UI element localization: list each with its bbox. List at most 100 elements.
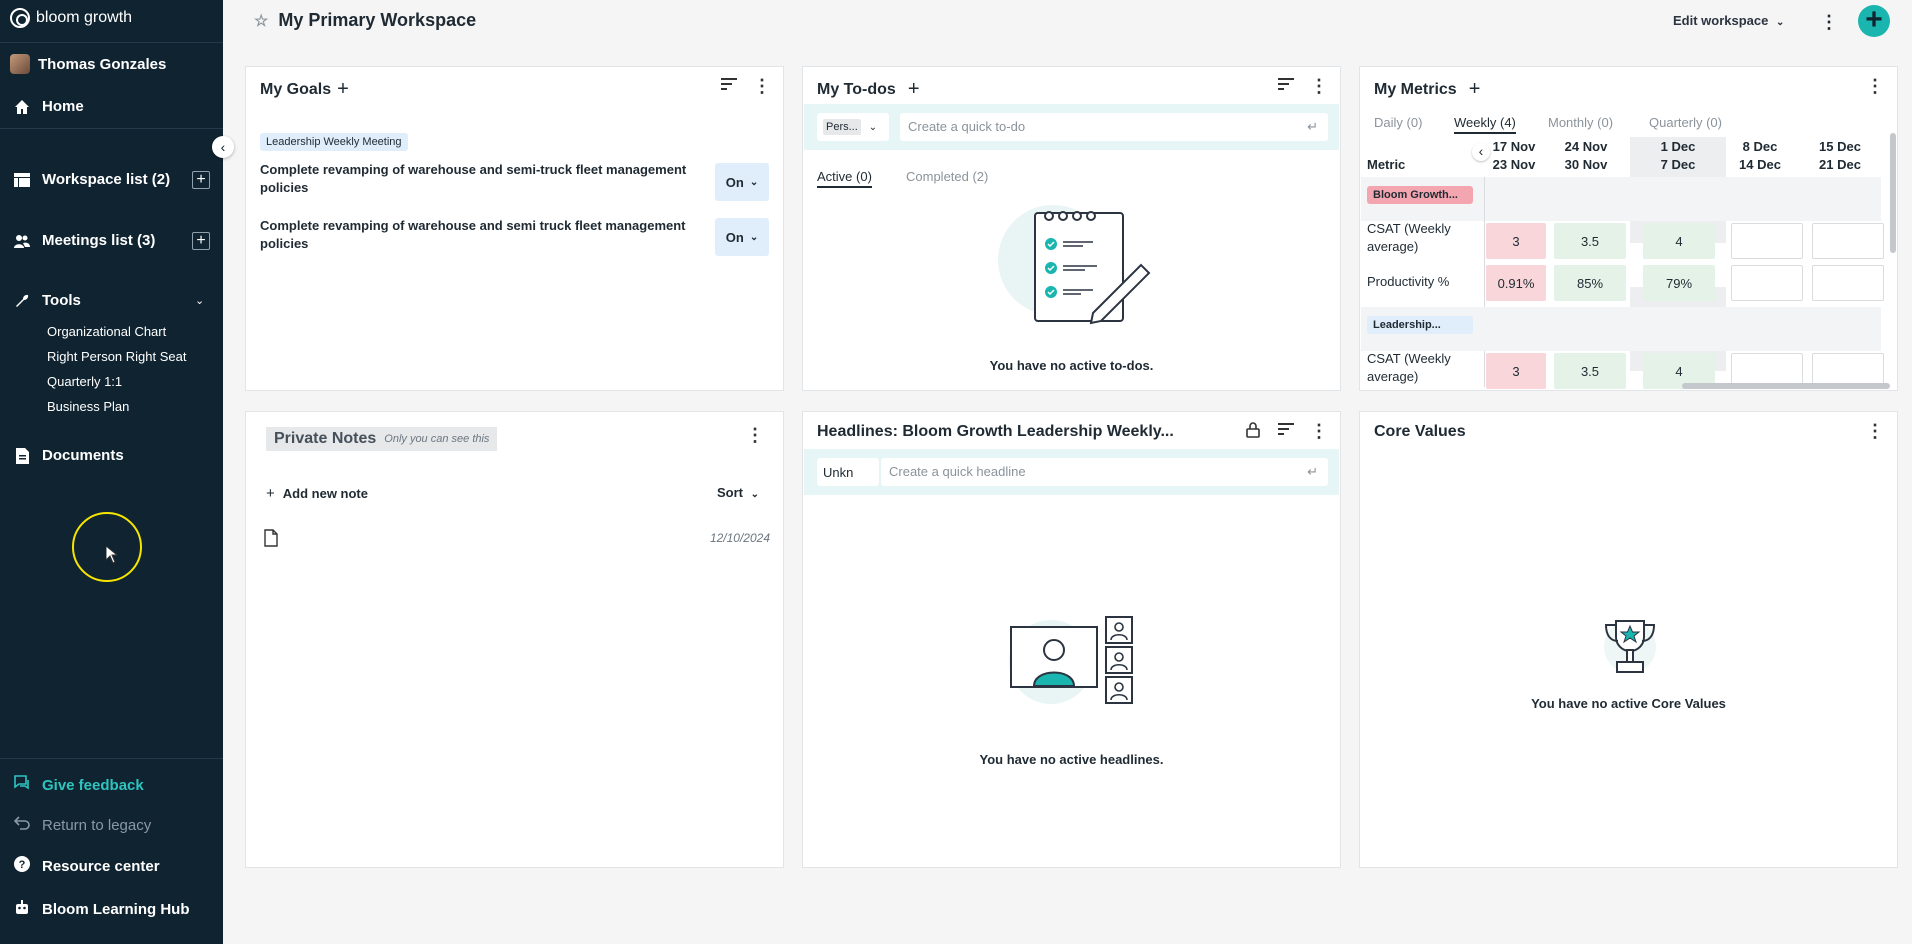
star-icon[interactable]: ☆ (254, 11, 268, 31)
add-workspace-button[interactable]: + (192, 171, 210, 189)
quick-todo-placeholder: Create a quick to-do (908, 119, 1026, 134)
metric-cell[interactable] (1812, 223, 1884, 259)
goals-menu-icon[interactable]: ⋮ (753, 76, 771, 97)
return-legacy-link[interactable]: Return to legacy (13, 815, 152, 835)
resource-center-link[interactable]: ? Resource center (14, 856, 160, 876)
goal-item-text[interactable]: Complete revamping of warehouse and semi… (260, 217, 700, 253)
goal-status-button[interactable]: On ⌄ (715, 218, 769, 256)
goal-item-text[interactable]: Complete revamping of warehouse and semi… (260, 161, 700, 197)
metrics-menu-icon[interactable]: ⋮ (1866, 76, 1884, 97)
metrics-title-label: My Metrics (1374, 80, 1457, 98)
metric-name[interactable]: Productivity % (1367, 273, 1467, 291)
week-header: 8 Dec 14 Dec (1739, 139, 1781, 172)
headline-empty-message: You have no active headlines. (979, 752, 1164, 767)
sort-icon[interactable] (1278, 78, 1294, 90)
learning-hub-link[interactable]: Bloom Learning Hub (14, 899, 190, 919)
todo-owner-select[interactable]: Pers... ⌄ (817, 113, 889, 141)
horizontal-scrollbar[interactable] (1682, 383, 1890, 389)
add-note-button[interactable]: + Add new note (266, 485, 368, 502)
add-todo-icon[interactable]: + (908, 78, 920, 101)
metric-cell[interactable] (1731, 265, 1803, 301)
notes-card: Private Notes Only you can see this ⋮ + … (245, 411, 784, 868)
tab-quarterly[interactable]: Quarterly (0) (1649, 115, 1722, 130)
metric-column-header: Metric (1367, 157, 1406, 172)
tab-weekly[interactable]: Weekly (4) (1454, 115, 1516, 134)
goal-status-button[interactable]: On ⌄ (715, 163, 769, 201)
sort-label: Sort (717, 485, 743, 500)
svg-text:?: ? (19, 859, 26, 871)
add-goal-icon[interactable]: + (337, 78, 349, 101)
chevron-down-icon[interactable]: ⌄ (195, 294, 204, 307)
tool-rprs[interactable]: Right Person Right Seat (47, 349, 186, 364)
core-values-empty-message: You have no active Core Values (1531, 696, 1726, 711)
sidebar-item-label: Tools (42, 292, 81, 309)
sidebar-item-home[interactable]: Home (14, 98, 84, 115)
todos-menu-icon[interactable]: ⋮ (1310, 76, 1328, 97)
week-header: 24 Nov 30 Nov (1564, 139, 1608, 172)
sidebar-item-tools[interactable]: Tools (14, 292, 81, 309)
group-tag-label: Leadership... (1367, 316, 1473, 334)
sort-button[interactable]: Sort ⌄ (717, 485, 759, 500)
workspace-menu-icon[interactable]: ⋮ (1820, 12, 1838, 33)
add-note-label: Add new note (282, 486, 368, 501)
user-profile[interactable]: Thomas Gonzales (10, 54, 166, 74)
quick-todo-input[interactable]: Create a quick to-do ↵ (900, 113, 1328, 141)
tab-daily[interactable]: Daily (0) (1374, 115, 1422, 130)
metric-cell[interactable]: 3 (1486, 223, 1546, 259)
group-tag: Leadership... (1367, 315, 1473, 334)
home-icon (14, 99, 30, 115)
tab-active-todos[interactable]: Active (0) (817, 169, 872, 188)
global-add-button[interactable]: + (1858, 5, 1890, 37)
notes-title: Private Notes (274, 430, 377, 447)
headline-owner-select[interactable]: Unkn (817, 458, 879, 486)
collapse-sidebar-button[interactable]: ‹ (212, 136, 234, 158)
note-file-icon[interactable] (264, 529, 278, 552)
metric-cell[interactable] (1731, 223, 1803, 259)
metric-name[interactable]: CSAT (Weekly average) (1367, 220, 1467, 256)
people-icon (14, 233, 30, 249)
group-tag-label: Bloom Growth... (1367, 186, 1473, 204)
metric-name[interactable]: CSAT (Weekly average) (1367, 350, 1467, 386)
sidebar-item-workspace-list[interactable]: Workspace list (2) (14, 171, 170, 188)
todos-card: My To-dos + ⋮ Pers... ⌄ Create a quick t… (802, 66, 1341, 391)
return-label: Return to legacy (42, 816, 152, 834)
plus-icon: + (266, 485, 275, 502)
metric-cell[interactable]: 85% (1554, 265, 1626, 301)
headlines-menu-icon[interactable]: ⋮ (1310, 421, 1328, 442)
metric-cell[interactable] (1812, 265, 1884, 301)
metric-cell[interactable]: 3.5 (1554, 353, 1626, 389)
tool-org-chart[interactable]: Organizational Chart (47, 324, 166, 339)
metric-cell[interactable]: 0.91% (1486, 265, 1546, 301)
sidebar-item-documents[interactable]: Documents (14, 447, 124, 464)
tab-completed-todos[interactable]: Completed (2) (906, 169, 988, 184)
note-date: 12/10/2024 (709, 531, 770, 545)
notes-menu-icon[interactable]: ⋮ (746, 425, 764, 446)
sidebar-item-meetings-list[interactable]: Meetings list (3) (14, 232, 155, 249)
edit-workspace-button[interactable]: Edit workspace ⌄ (1673, 13, 1784, 28)
vertical-scrollbar[interactable] (1890, 133, 1896, 253)
metric-cell[interactable]: 3 (1486, 353, 1546, 389)
sort-icon[interactable] (1278, 423, 1294, 435)
tool-business-plan[interactable]: Business Plan (47, 399, 129, 414)
add-meeting-button[interactable]: + (192, 232, 210, 250)
sort-icon[interactable] (721, 78, 737, 90)
metric-cell[interactable]: 79% (1643, 265, 1715, 301)
core-values-menu-icon[interactable]: ⋮ (1866, 421, 1884, 442)
add-metric-icon[interactable]: + (1469, 78, 1481, 101)
metrics-title: My Metrics + (1374, 78, 1480, 101)
tab-monthly[interactable]: Monthly (0) (1548, 115, 1613, 130)
brand-logo[interactable]: bloom growth (10, 8, 132, 28)
metric-cell[interactable]: 4 (1643, 223, 1715, 259)
week-header: 15 Dec 21 Dec (1819, 139, 1861, 172)
headlines-title: Headlines: Bloom Growth Leadership Weekl… (817, 423, 1174, 440)
sidebar-item-label: Workspace list (2) (42, 171, 171, 188)
lock-icon[interactable] (1246, 422, 1260, 443)
metric-cell[interactable]: 3.5 (1554, 223, 1626, 259)
tool-quarterly[interactable]: Quarterly 1:1 (47, 374, 122, 389)
quick-headline-input[interactable]: Create a quick headline ↵ (881, 458, 1328, 486)
trophy-icon (1600, 617, 1660, 687)
quick-headline-placeholder: Create a quick headline (889, 464, 1026, 479)
wrench-icon (14, 293, 30, 309)
metrics-card: My Metrics + ⋮ Daily (0) Weekly (4) Mont… (1359, 66, 1898, 391)
give-feedback-link[interactable]: Give feedback (14, 775, 144, 795)
